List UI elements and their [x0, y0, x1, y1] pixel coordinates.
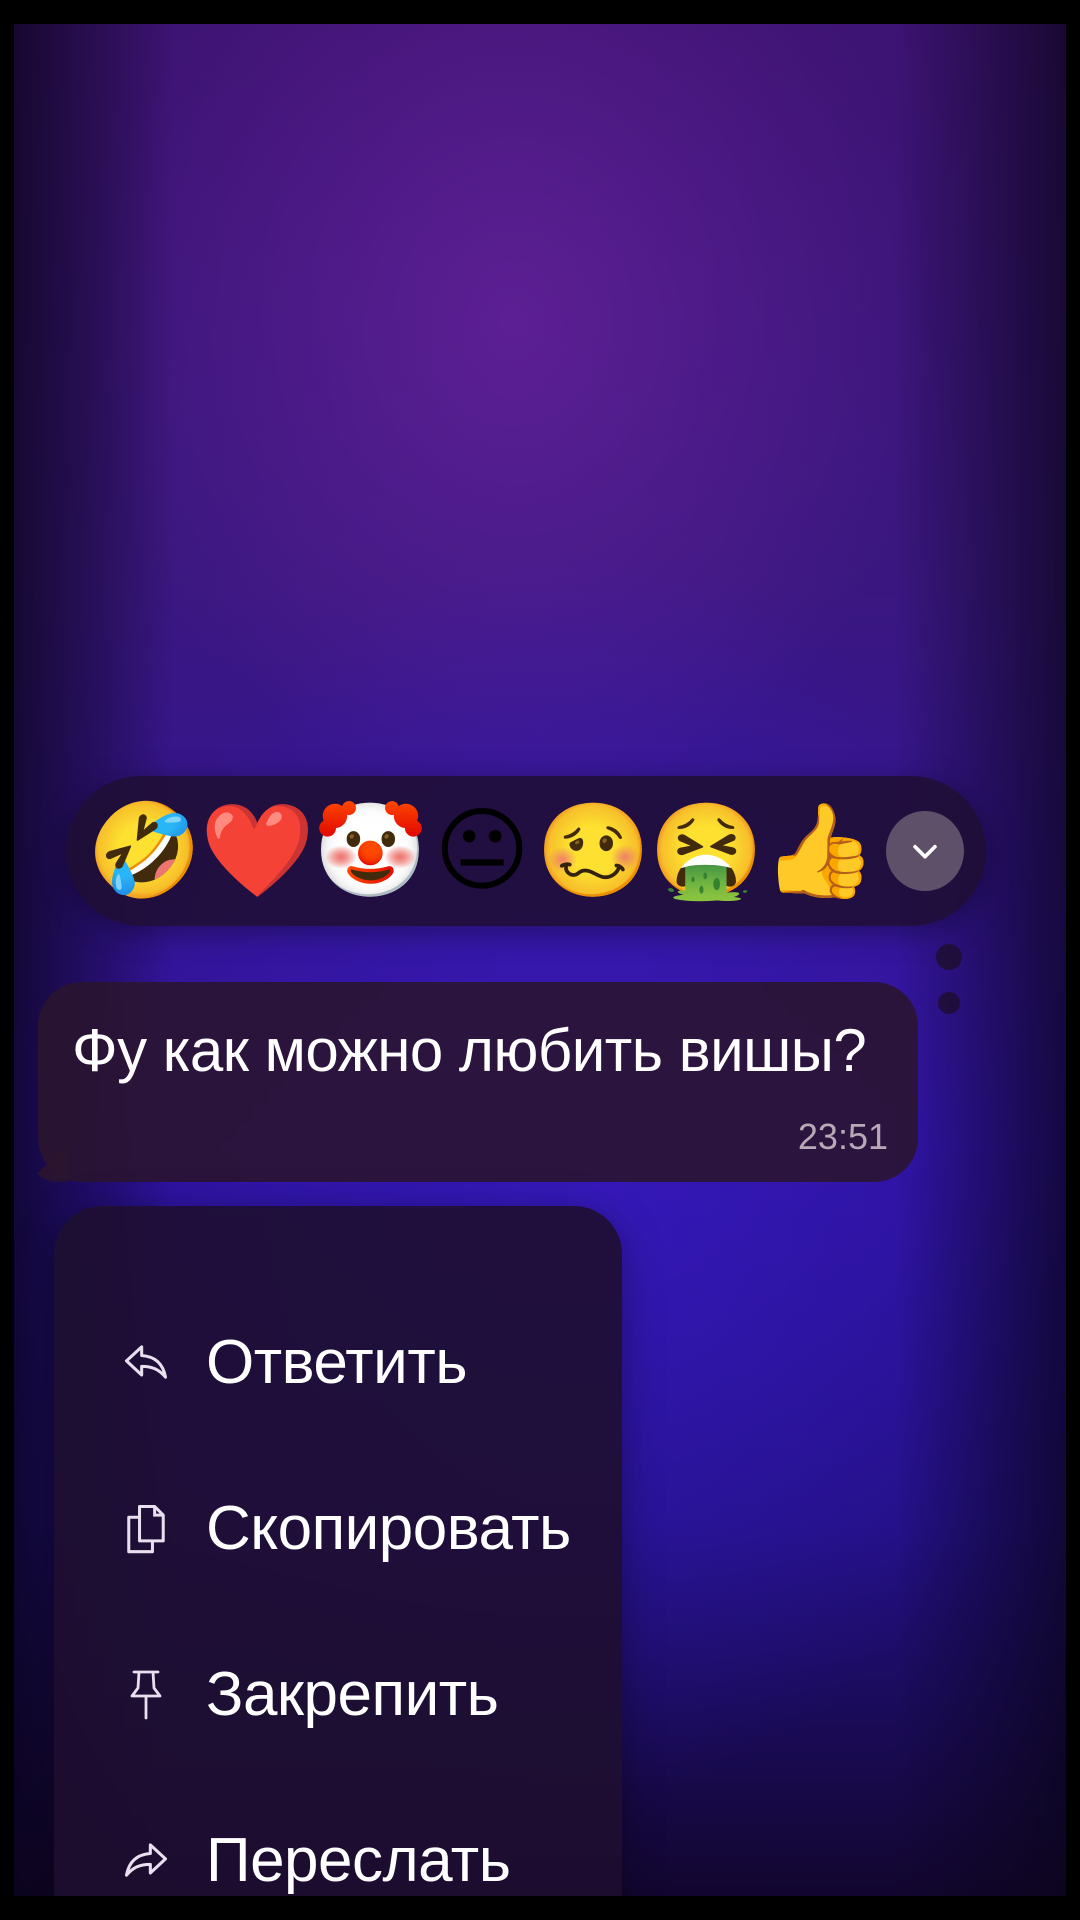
menu-item-copy[interactable]: Скопировать: [54, 1468, 622, 1588]
reaction-woozy-face-icon[interactable]: 🥴: [536, 795, 651, 908]
copy-icon: [118, 1500, 174, 1556]
chevron-down-icon: [913, 844, 937, 859]
reaction-tail-dot: [936, 944, 962, 970]
message-timestamp: 23:51: [797, 1116, 888, 1157]
menu-item-reply[interactable]: Ответить: [54, 1302, 622, 1422]
menu-item-forward[interactable]: Переслать: [54, 1800, 622, 1896]
message-text: Фу как можно любить вишы?: [72, 1017, 867, 1084]
reply-icon: [118, 1334, 174, 1390]
menu-item-label: Ответить: [206, 1327, 468, 1397]
menu-item-pin[interactable]: Закрепить: [54, 1634, 622, 1754]
message-bubble[interactable]: Фу как можно любить вишы? 23:51: [38, 982, 918, 1182]
menu-item-label: Скопировать: [206, 1493, 571, 1563]
reaction-neutral-face-icon[interactable]: 😐: [427, 795, 537, 908]
reaction-thumbs-up-icon[interactable]: 👍: [762, 795, 877, 908]
chat-screen: 🤣 ❤️ 🤡 😐 🥴 🤮 👍 Фу как можно любить вишы?…: [14, 24, 1066, 1896]
reaction-vomiting-face-icon[interactable]: 🤮: [649, 795, 764, 908]
menu-item-label: Переслать: [206, 1825, 511, 1895]
forward-icon: [118, 1832, 174, 1888]
reaction-heart-icon[interactable]: ❤️: [200, 795, 315, 908]
pin-icon: [118, 1666, 174, 1722]
more-reactions-button[interactable]: [886, 811, 964, 891]
reaction-rolling-laughing-icon[interactable]: 🤣: [87, 795, 202, 908]
menu-item-label: Закрепить: [206, 1659, 499, 1729]
reaction-clown-icon[interactable]: 🤡: [313, 795, 428, 908]
context-menu: Ответить Скопировать Закрепить Переслать: [54, 1206, 622, 1896]
reaction-bar: 🤣 ❤️ 🤡 😐 🥴 🤮 👍: [66, 776, 986, 926]
reaction-tail-dot: [938, 992, 960, 1014]
